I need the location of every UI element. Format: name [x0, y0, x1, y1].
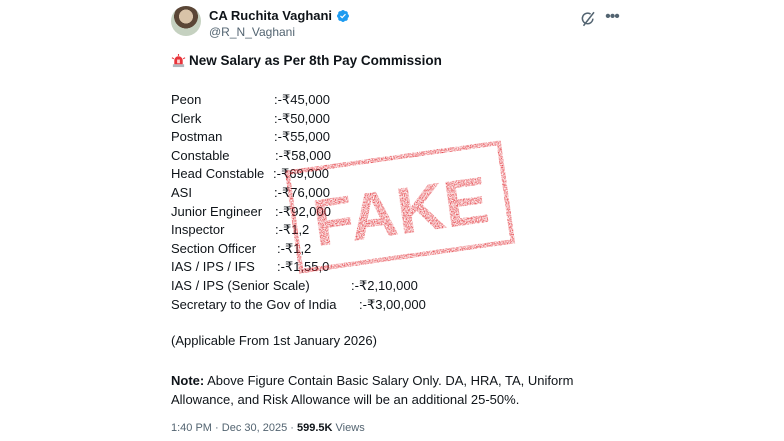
salary-pay: :-₹3,00,000 — [359, 296, 426, 312]
salary-pay: :-₹50,000 — [274, 110, 330, 126]
salary-post: Secretary to the Gov of India — [171, 296, 337, 312]
tweet-meta: 1:40 PM · Dec 30, 2025 · 599.5K Views — [171, 422, 365, 434]
tweet-date[interactable]: Dec 30, 2025 — [222, 422, 287, 434]
salary-pay: :-₹55,000 — [274, 129, 330, 145]
meta-separator: · — [215, 422, 222, 434]
salary-pay: :-₹45,000 — [274, 92, 330, 107]
salary-row: Secretary to the Gov of India :-₹3,00,00… — [171, 296, 491, 315]
views-count: 599.5K — [297, 422, 333, 434]
siren-emoji-icon — [171, 53, 186, 68]
verified-badge-icon — [337, 9, 350, 22]
headline-text: New Salary as Per 8th Pay Commission — [189, 53, 442, 68]
avatar[interactable] — [171, 6, 201, 36]
tweet-headline: New Salary as Per 8th Pay Commission — [171, 53, 442, 68]
author-handle[interactable]: @R_N_Vaghani — [209, 25, 295, 39]
tweet-header: CA Ruchita Vaghani @R_N_Vaghani ••• — [171, 6, 621, 46]
more-icon[interactable]: ••• — [603, 9, 621, 28]
meta-separator: · — [290, 422, 297, 434]
fake-stamp-text: FAKE — [308, 162, 493, 260]
salary-post: Constable — [171, 147, 230, 163]
salary-row: IAS / IPS (Senior Scale) :-₹2,10,000 — [171, 277, 491, 296]
author-name-row: CA Ruchita Vaghani — [209, 8, 350, 23]
salary-row: Peon :-₹45,000 — [171, 91, 491, 110]
salary-post: Junior Engineer — [171, 203, 263, 219]
note-paragraph: Note: Above Figure Contain Basic Salary … — [171, 371, 591, 409]
note-label: Note: — [171, 373, 205, 388]
views-label: Views — [335, 422, 365, 434]
salary-post: Peon — [171, 92, 202, 107]
salary-post: IAS / IPS (Senior Scale) — [171, 277, 310, 293]
salary-post: Head Constable — [171, 166, 265, 182]
salary-post: Postman — [171, 129, 223, 145]
salary-post: IAS / IPS / IFS — [171, 259, 255, 275]
author-display-name[interactable]: CA Ruchita Vaghani — [209, 8, 332, 23]
salary-post: ASI — [171, 184, 192, 200]
salary-pay: :-₹2,10,000 — [351, 277, 418, 293]
note-text: Above Figure Contain Basic Salary Only. … — [171, 373, 574, 407]
salary-row: Clerk :-₹50,000 — [171, 110, 491, 129]
grok-icon[interactable] — [579, 10, 597, 28]
tweet-time[interactable]: 1:40 PM — [171, 422, 212, 434]
salary-post: Clerk — [171, 110, 202, 126]
salary-post: Section Officer — [171, 240, 257, 256]
applicable-date-text: (Applicable From 1st January 2026) — [171, 333, 377, 348]
salary-post: Inspector — [171, 222, 225, 238]
